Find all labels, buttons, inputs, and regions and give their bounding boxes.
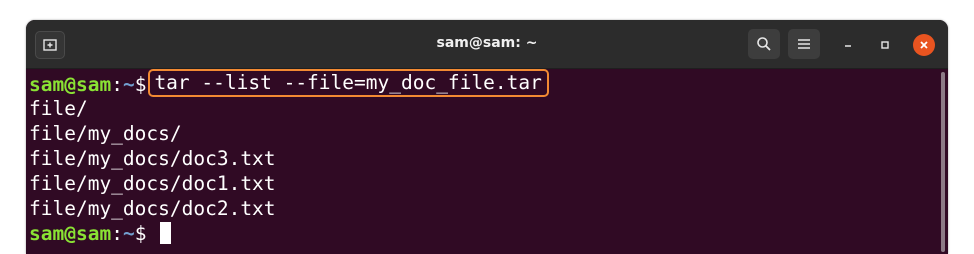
prompt-colon: :: [111, 222, 123, 245]
search-icon: [757, 37, 771, 51]
search-button[interactable]: [748, 29, 780, 59]
prompt-user-host: sam@sam: [29, 222, 112, 245]
menu-button[interactable]: [788, 29, 820, 59]
minimize-icon: [845, 45, 851, 47]
output-line: file/my_docs/: [29, 122, 182, 145]
text-cursor: [160, 222, 172, 244]
prompt-symbol: $: [134, 222, 159, 245]
highlighted-command: tar --list --file=my_doc_file.tar: [148, 69, 549, 97]
terminal-window: sam@sam: ~ sam@sam:~$ tar --list --file=…: [26, 20, 948, 254]
prompt-path: ~: [122, 73, 135, 96]
close-icon: [920, 41, 928, 49]
scrollbar[interactable]: [941, 72, 945, 252]
output-line: file/my_docs/doc2.txt: [29, 197, 276, 220]
prompt-colon: :: [111, 73, 123, 96]
prompt-user-host: sam@sam: [29, 73, 112, 96]
prompt-line: sam@sam:~$: [29, 221, 948, 246]
prompt-line: sam@sam:~$ tar --list --file=my_doc_file.…: [29, 69, 948, 97]
maximize-button[interactable]: [874, 34, 896, 56]
output-line: file/: [29, 97, 88, 120]
prompt-path: ~: [122, 222, 135, 245]
close-button[interactable]: [913, 34, 935, 56]
terminal-output[interactable]: sam@sam:~$ tar --list --file=my_doc_file.…: [26, 69, 948, 254]
title-bar: sam@sam: ~: [26, 20, 948, 69]
prompt-symbol: $: [134, 73, 147, 96]
maximize-icon: [881, 41, 889, 49]
output-line: file/my_docs/doc1.txt: [29, 172, 276, 195]
output-line: file/my_docs/doc3.txt: [29, 147, 276, 170]
minimize-button[interactable]: [837, 34, 859, 56]
hamburger-menu-icon: [798, 39, 810, 49]
